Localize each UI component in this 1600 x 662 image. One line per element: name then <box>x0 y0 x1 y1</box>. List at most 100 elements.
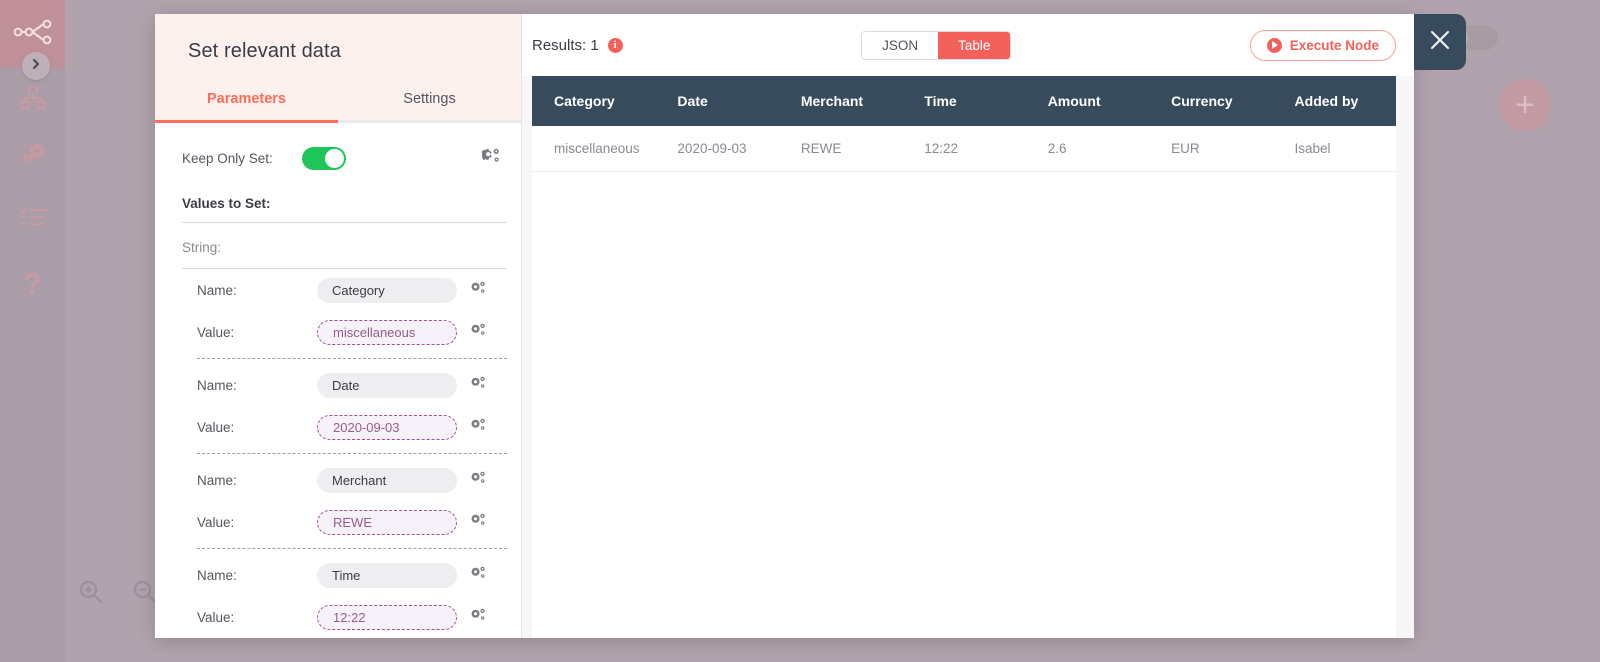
value-row: Value: 2020-09-03 <box>197 406 507 448</box>
active-tab-indicator <box>155 120 338 123</box>
entry-separator <box>197 548 507 549</box>
results-panel: Results: 1 i JSON Table Execute Node Cat… <box>522 14 1414 638</box>
entry-separator <box>197 358 507 359</box>
cogs-icon[interactable] <box>470 566 486 585</box>
table-head: Category Date Merchant Time Amount Curre… <box>532 76 1396 126</box>
cogs-icon[interactable] <box>470 281 486 300</box>
cogs-icon[interactable] <box>470 513 486 532</box>
column-header-currency[interactable]: Currency <box>1149 76 1273 126</box>
cogs-icon[interactable] <box>470 471 486 490</box>
info-icon[interactable]: i <box>607 37 623 53</box>
parameter-entry: Name: Date Value: 2020-09-03 <box>155 364 521 448</box>
view-json-button[interactable]: JSON <box>862 31 939 59</box>
name-label: Name: <box>197 567 237 583</box>
string-group-label: String: <box>182 240 222 255</box>
play-circle-icon <box>1266 37 1282 53</box>
question-mark-icon: ? <box>23 268 42 301</box>
results-count-label: Results: 1 <box>532 36 599 54</box>
node-settings-modal: Set relevant data Parameters Settings Ke… <box>155 14 1414 638</box>
parameter-entry: Name: Category Value: miscellaneous <box>155 269 521 353</box>
keep-only-set-label: Keep Only Set: <box>182 151 273 166</box>
toggle-knob <box>325 149 344 168</box>
value-row: Value: REWE <box>197 501 507 543</box>
canvas-zoom-controls <box>78 579 158 610</box>
cogs-icon[interactable] <box>470 418 486 437</box>
sidebar-item-help[interactable]: ? <box>0 268 65 302</box>
checklist-icon <box>19 206 46 233</box>
results-count: Results: 1 i <box>532 37 623 54</box>
column-header-time[interactable]: Time <box>902 76 1026 126</box>
results-table-empty-area <box>532 172 1396 638</box>
parameter-entry: Name: Time Value: 12:22 <box>155 554 521 638</box>
table-header-row: Category Date Merchant Time Amount Curre… <box>532 76 1396 126</box>
name-row: Name: Date <box>197 364 507 406</box>
value-label: Value: <box>197 419 235 435</box>
add-node-button[interactable]: + <box>1499 79 1551 131</box>
workflow-nodes-icon <box>13 19 53 50</box>
sidebar-expand-button[interactable] <box>22 52 50 80</box>
keep-only-set-toggle[interactable] <box>302 147 346 170</box>
column-header-merchant[interactable]: Merchant <box>778 76 903 126</box>
column-header-added-by[interactable]: Added by <box>1272 76 1396 126</box>
parameters-panel: Set relevant data Parameters Settings Ke… <box>155 14 522 638</box>
execute-node-button[interactable]: Execute Node <box>1249 29 1396 61</box>
sidebar-item-workflows[interactable] <box>0 86 65 115</box>
sidebar-item-executions[interactable] <box>0 206 65 233</box>
column-header-amount[interactable]: Amount <box>1025 76 1150 126</box>
keep-only-set-row: Keep Only Set: <box>155 123 521 170</box>
cell-date: 2020-09-03 <box>655 126 779 172</box>
chevron-right-icon <box>30 57 42 75</box>
value-row: Value: 12:22 <box>197 596 507 638</box>
cell-merchant: REWE <box>778 126 903 172</box>
parameter-entry: Name: Merchant Value: REWE <box>155 459 521 543</box>
close-modal-button[interactable] <box>1414 14 1466 70</box>
name-input[interactable]: Date <box>317 372 457 398</box>
name-label: Name: <box>197 282 237 298</box>
key-icon <box>20 143 46 174</box>
cell-amount: 2.6 <box>1025 126 1150 172</box>
table-row[interactable]: miscellaneous 2020-09-03 REWE 12:22 2.6 … <box>532 126 1396 172</box>
sidebar-item-credentials[interactable] <box>0 143 65 174</box>
name-label: Name: <box>197 472 237 488</box>
value-expression-input[interactable]: 12:22 <box>317 604 457 630</box>
close-icon <box>1427 27 1453 58</box>
table-body: miscellaneous 2020-09-03 REWE 12:22 2.6 … <box>532 126 1396 172</box>
value-label: Value: <box>197 514 235 530</box>
results-view-toggle: JSON Table <box>861 30 1012 60</box>
main-sidebar: ? <box>0 0 65 662</box>
column-header-date[interactable]: Date <box>655 76 779 126</box>
parameters-header: Set relevant data Parameters Settings <box>155 14 521 123</box>
name-input[interactable]: Category <box>317 277 457 303</box>
results-table: Category Date Merchant Time Amount Curre… <box>532 76 1396 172</box>
entry-separator <box>197 453 507 454</box>
tab-settings[interactable]: Settings <box>338 91 521 123</box>
cogs-icon[interactable] <box>470 608 486 627</box>
value-expression-input[interactable]: 2020-09-03 <box>317 414 457 440</box>
name-label: Name: <box>197 377 237 393</box>
cell-category: miscellaneous <box>532 126 656 172</box>
name-input[interactable]: Time <box>317 562 457 588</box>
cell-currency: EUR <box>1149 126 1273 172</box>
value-expression-input[interactable]: REWE <box>317 509 457 535</box>
cogs-icon[interactable] <box>470 323 486 342</box>
cell-added-by: Isabel <box>1272 126 1396 172</box>
app-root: ? + Set relevant data Parameters Setting… <box>0 0 1600 662</box>
name-input[interactable]: Merchant <box>317 467 457 493</box>
value-label: Value: <box>197 324 235 340</box>
plus-icon: + <box>1515 86 1535 124</box>
tabs-underline <box>155 120 521 123</box>
column-header-category[interactable]: Category <box>532 76 656 126</box>
cogs-icon[interactable] <box>480 148 500 169</box>
cogs-icon[interactable] <box>470 376 486 395</box>
name-row: Name: Category <box>197 269 507 311</box>
value-expression-input[interactable]: miscellaneous <box>317 319 457 345</box>
values-to-set-label: Values to Set: <box>182 196 271 211</box>
name-row: Name: Merchant <box>197 459 507 501</box>
tab-parameters[interactable]: Parameters <box>155 91 338 123</box>
zoom-in-icon[interactable] <box>78 579 104 610</box>
view-table-button[interactable]: Table <box>938 31 1011 59</box>
execute-node-label: Execute Node <box>1289 37 1379 53</box>
page-title: Set relevant data <box>188 40 341 62</box>
cell-time: 12:22 <box>902 126 1026 172</box>
results-table-wrapper: Category Date Merchant Time Amount Curre… <box>522 76 1414 172</box>
